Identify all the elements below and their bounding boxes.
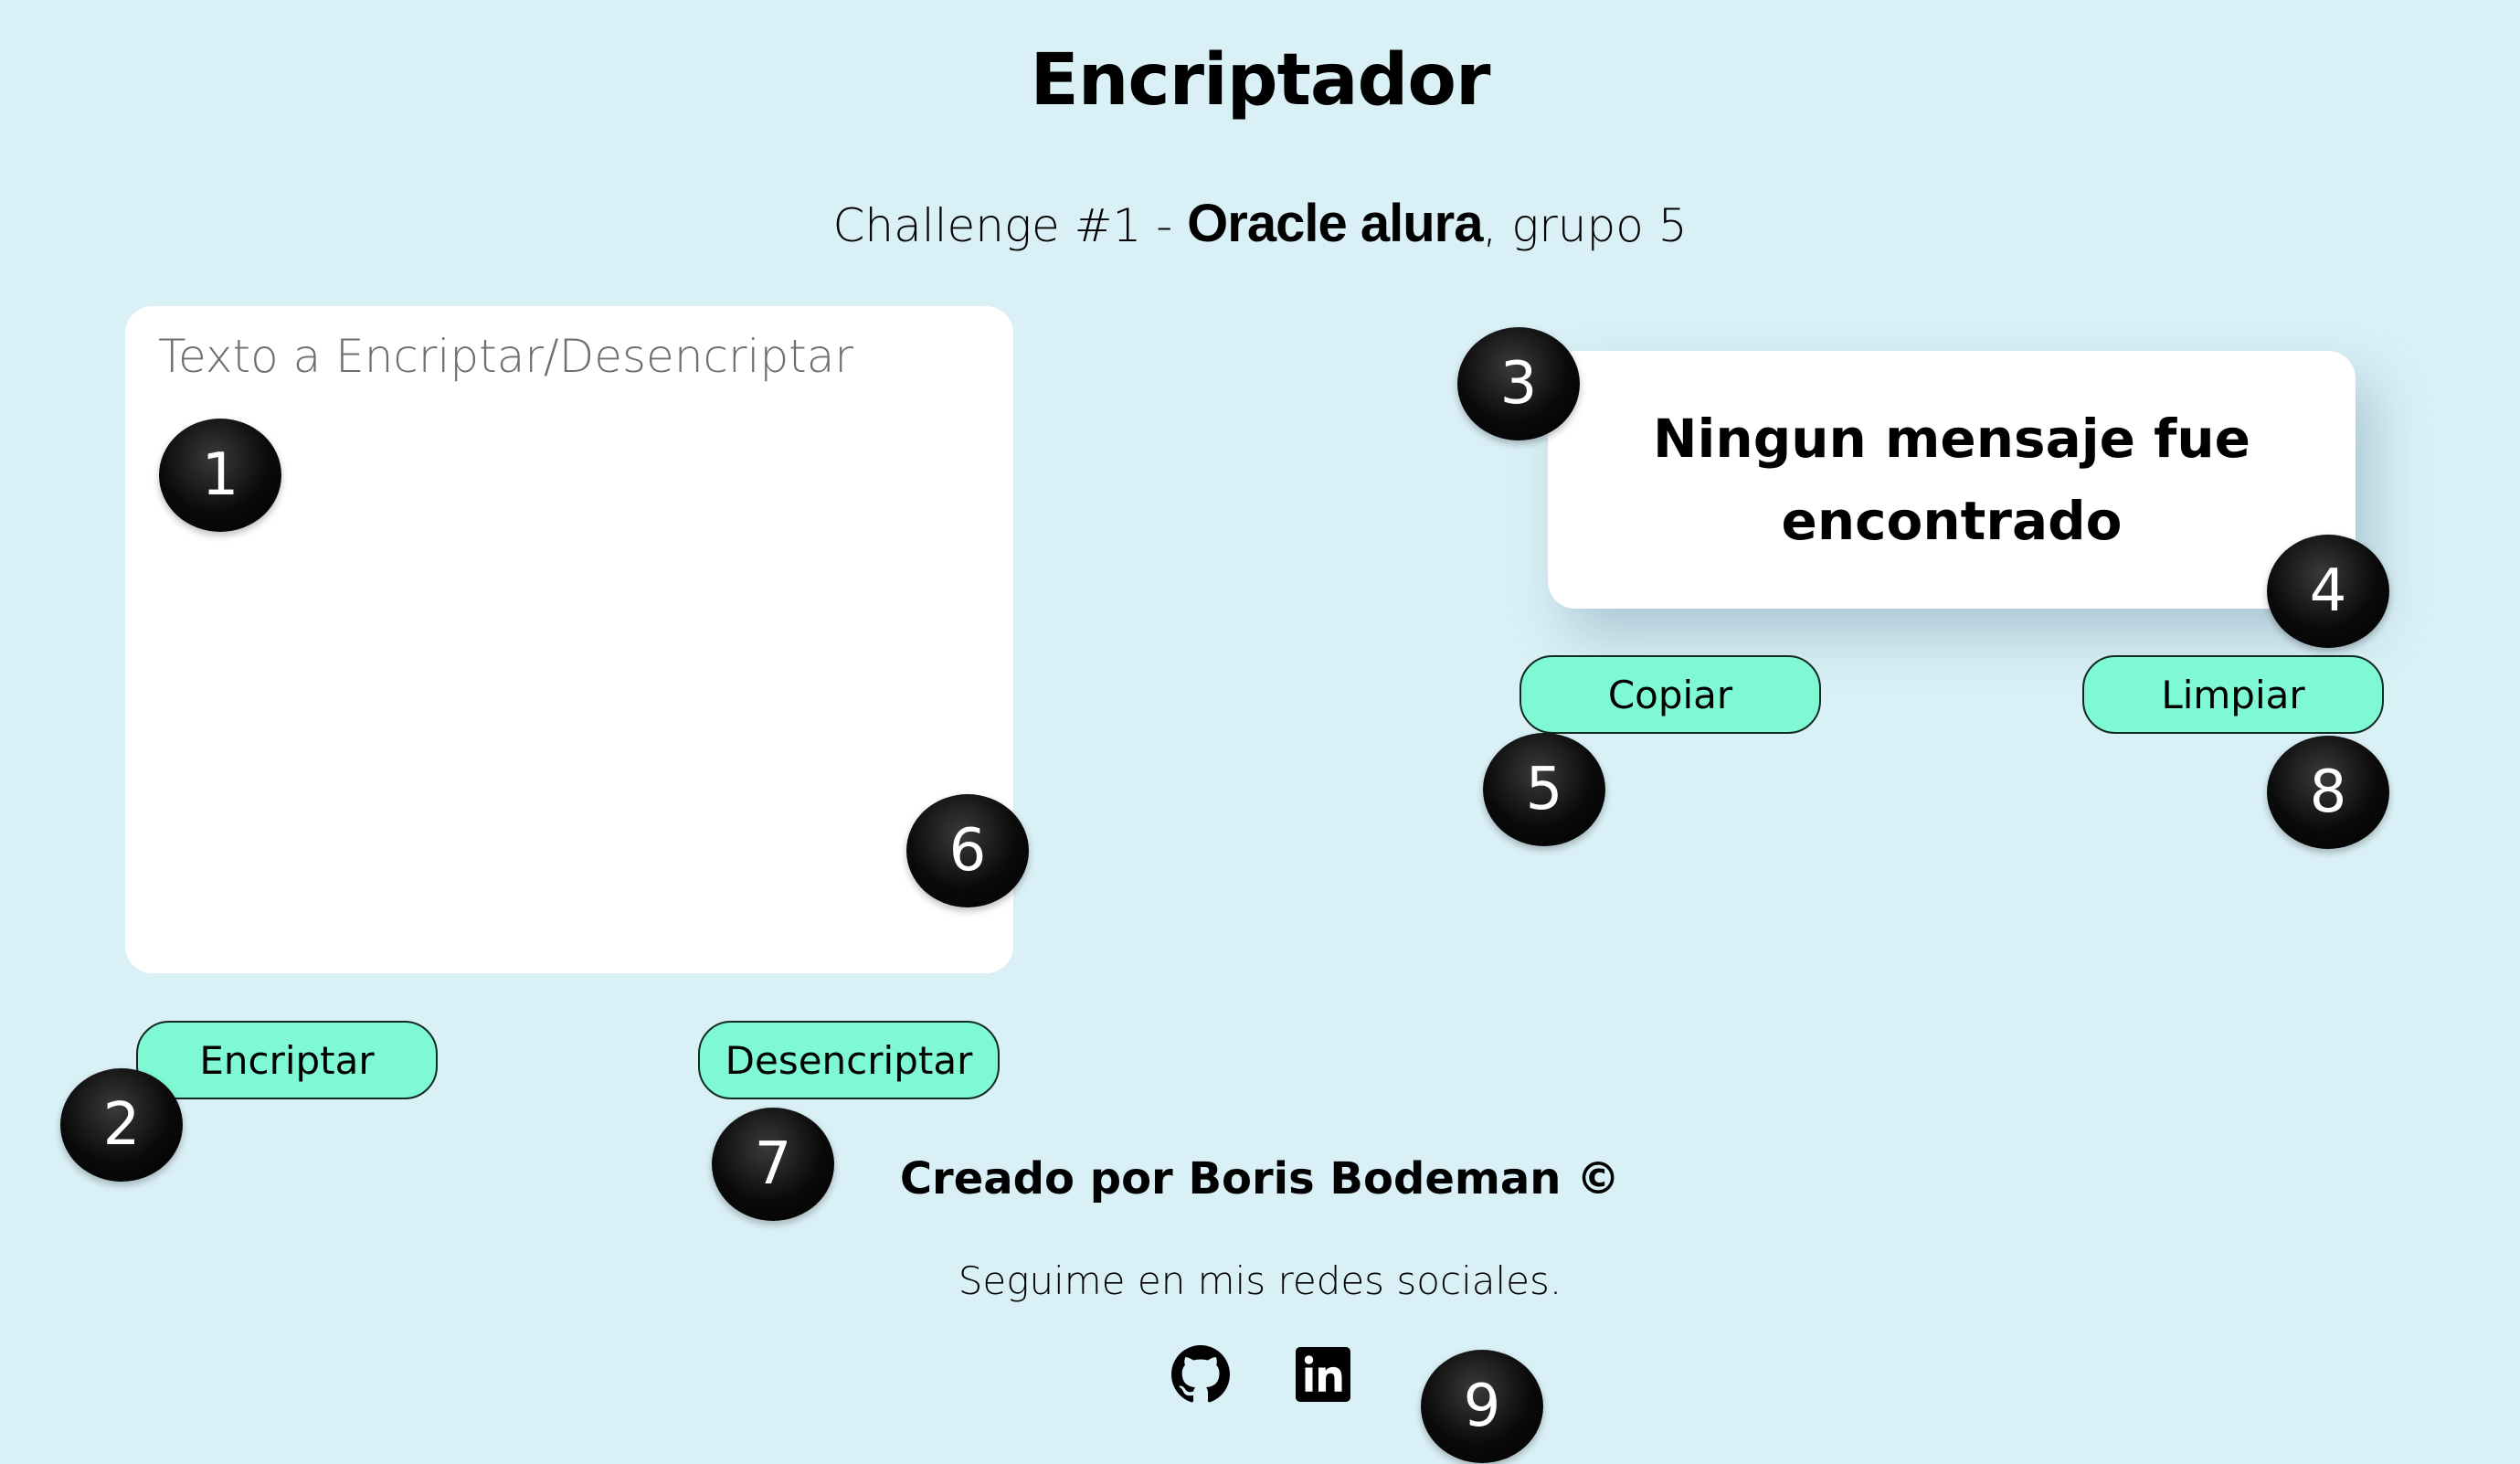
annotation-marker-2: 2 <box>60 1068 183 1182</box>
page-subtitle: Challenge #1 - Oracle alura, grupo 5 <box>0 183 2520 267</box>
linkedin-link[interactable] <box>1293 1346 1353 1406</box>
clear-button[interactable]: Limpiar <box>2082 655 2384 734</box>
subtitle-suffix: , grupo 5 <box>1482 199 1688 252</box>
annotation-marker-5: 5 <box>1483 733 1605 846</box>
footer-follow-text: Seguime en mis redes sociales. <box>958 1258 1562 1303</box>
result-message: Ningun mensaje fue encontrado <box>1652 408 2250 552</box>
linkedin-icon <box>1296 1347 1350 1406</box>
annotation-marker-6: 6 <box>906 794 1029 907</box>
decrypt-button[interactable]: Desencriptar <box>698 1021 1000 1099</box>
encrypt-button[interactable]: Encriptar <box>136 1021 438 1099</box>
input-text-container <box>125 306 1013 973</box>
result-card: Ningun mensaje fue encontrado <box>1548 351 2356 609</box>
github-icon <box>1171 1345 1230 1407</box>
annotation-marker-8: 8 <box>2267 736 2389 849</box>
subtitle-prefix: Challenge #1 - <box>832 199 1188 252</box>
subtitle-brand: Oracle alura <box>1187 194 1483 253</box>
annotation-marker-3: 3 <box>1457 327 1580 440</box>
page-title: Encriptador <box>1030 39 1491 122</box>
input-textarea[interactable] <box>125 306 1013 973</box>
annotation-marker-4: 4 <box>2267 535 2389 648</box>
copy-button[interactable]: Copiar <box>1519 655 1821 734</box>
annotation-marker-1: 1 <box>159 419 281 532</box>
annotation-marker-9: 9 <box>1421 1350 1543 1463</box>
footer-credit: Creado por Boris Bodeman © <box>899 1153 1621 1204</box>
annotation-marker-7: 7 <box>712 1108 834 1221</box>
github-link[interactable] <box>1170 1345 1231 1407</box>
